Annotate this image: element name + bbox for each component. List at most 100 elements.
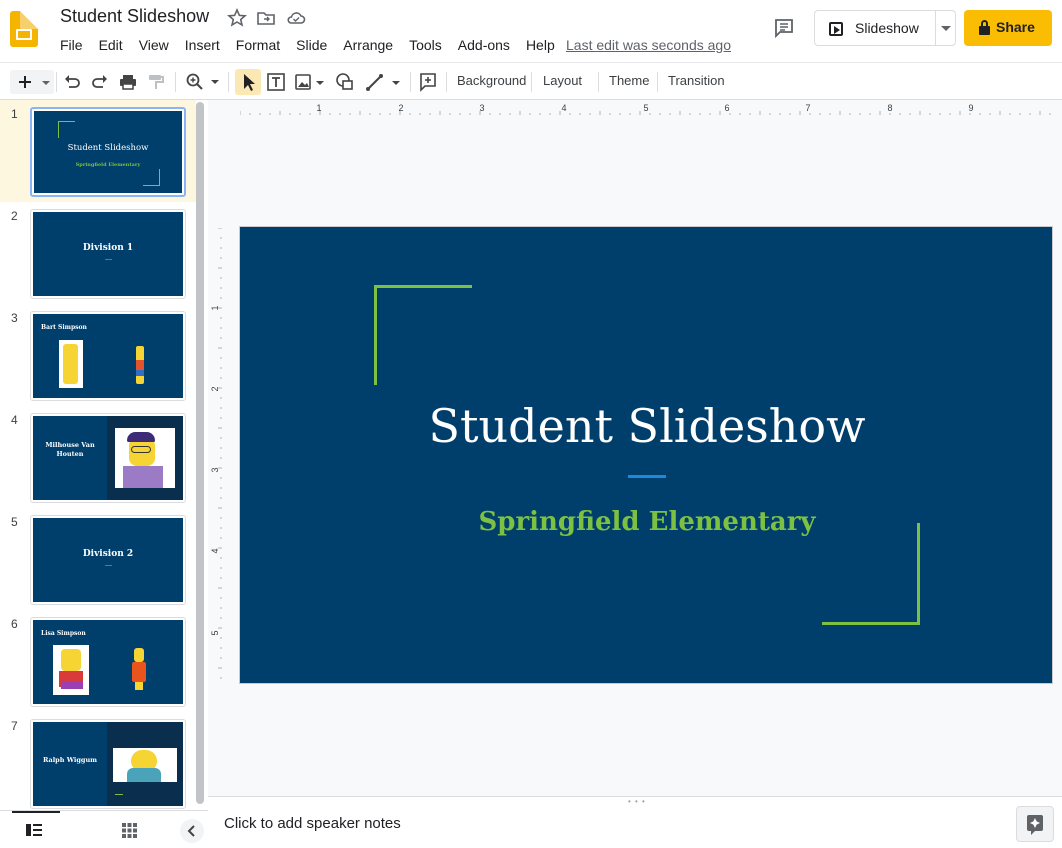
- filmstrip-view-icon[interactable]: [26, 823, 42, 837]
- last-edit-link[interactable]: Last edit was seconds ago: [566, 37, 731, 53]
- slide-thumbnail-1[interactable]: Student Slideshow Springfield Elementary: [30, 107, 186, 197]
- menu-format[interactable]: Format: [228, 35, 288, 55]
- print-icon[interactable]: [118, 70, 138, 94]
- transition-button[interactable]: Transition: [668, 73, 725, 88]
- bracket-decoration: [143, 169, 160, 186]
- chevron-down-icon[interactable]: [941, 26, 951, 31]
- slide-thumbnail-6[interactable]: Lisa Simpson: [30, 617, 186, 707]
- slideshow-separator: [935, 11, 936, 45]
- ruler-label: 2: [398, 103, 403, 113]
- grid-view-icon[interactable]: [122, 823, 137, 838]
- toolbar-divider: [228, 72, 229, 92]
- slide-number: 3: [11, 311, 18, 325]
- active-view-indicator: [12, 811, 60, 813]
- zoom-icon[interactable]: [184, 70, 222, 94]
- menu-edit[interactable]: Edit: [91, 35, 131, 55]
- slides-logo-icon[interactable]: [10, 11, 38, 47]
- menu-tools[interactable]: Tools: [401, 35, 450, 55]
- toolbar: Background Layout Theme Transition: [0, 62, 1062, 148]
- thumb-divider: [105, 259, 112, 260]
- star-icon[interactable]: [227, 8, 247, 28]
- slide-thumbnail-7[interactable]: Ralph Wiggum: [30, 719, 186, 809]
- filmstrip-view-bar: [0, 810, 208, 848]
- menu-help[interactable]: Help: [518, 35, 563, 55]
- ruler-label: 3: [210, 467, 220, 472]
- thumb-title: Lisa Simpson: [41, 630, 86, 637]
- notes-resize-handle[interactable]: • • •: [628, 797, 646, 806]
- thumb-title: Division 2: [82, 549, 134, 559]
- bart-image: [59, 340, 83, 388]
- text-box-icon[interactable]: [266, 70, 286, 94]
- ruler-label: 3: [479, 103, 484, 113]
- slide-thumbnail-2[interactable]: Division 1: [30, 209, 186, 299]
- menu-insert[interactable]: Insert: [177, 35, 228, 55]
- redo-icon[interactable]: [90, 70, 110, 94]
- thumb-divider: [105, 565, 112, 566]
- comment-history-icon[interactable]: [772, 16, 796, 40]
- background-button[interactable]: Background: [457, 73, 526, 88]
- thumb-title: Bart Simpson: [41, 324, 87, 331]
- slide-thumbnail-3[interactable]: Bart Simpson: [30, 311, 186, 401]
- theme-button[interactable]: Theme: [609, 73, 649, 88]
- bracket-decoration-top-left: [374, 285, 472, 385]
- vertical-ruler[interactable]: 1 2 3 4 5: [208, 228, 222, 686]
- slide-thumbnail-4[interactable]: Milhouse Van Houten: [30, 413, 186, 503]
- ralph-image: [113, 748, 177, 782]
- share-button[interactable]: Share: [964, 10, 1052, 46]
- ruler-label: 5: [643, 103, 648, 113]
- lisa-figure-image: [132, 648, 146, 690]
- menu-addons[interactable]: Add-ons: [450, 35, 518, 55]
- slideshow-button[interactable]: Slideshow: [814, 10, 956, 46]
- ruler-label: 1: [316, 103, 321, 113]
- slide-number: 2: [11, 209, 18, 223]
- slide-title[interactable]: Student Slideshow: [240, 399, 1052, 453]
- menu-arrange[interactable]: Arrange: [335, 35, 401, 55]
- thumb-title: Milhouse Van Houten: [45, 441, 95, 458]
- thumb-divider: [115, 794, 123, 795]
- insert-image-icon[interactable]: [294, 70, 328, 94]
- slide-number: 4: [11, 413, 18, 427]
- thumb-subtitle: Springfield Elementary: [75, 162, 141, 168]
- cloud-saved-icon[interactable]: [286, 8, 306, 28]
- menu-view[interactable]: View: [131, 35, 177, 55]
- slide-thumbnail-5[interactable]: Division 2: [30, 515, 186, 605]
- menu-file[interactable]: File: [52, 35, 91, 55]
- explore-button[interactable]: [1016, 806, 1054, 842]
- menu-slide[interactable]: Slide: [288, 35, 335, 55]
- paint-format-icon[interactable]: [146, 70, 166, 94]
- document-title[interactable]: Student Slideshow: [60, 6, 209, 27]
- thumb-title: Division 1: [82, 243, 134, 253]
- app-header: Student Slideshow File Edit View Insert …: [0, 0, 1062, 62]
- speaker-notes-placeholder[interactable]: Click to add speaker notes: [224, 815, 401, 832]
- present-icon: [829, 22, 843, 36]
- filmstrip-scrollbar[interactable]: [196, 102, 204, 804]
- slide-subtitle[interactable]: Springfield Elementary: [240, 507, 1052, 537]
- bracket-decoration-bottom-right: [822, 523, 920, 625]
- thumb-title: Ralph Wiggum: [42, 756, 98, 764]
- menu-bar: File Edit View Insert Format Slide Arran…: [52, 35, 563, 55]
- current-slide[interactable]: Student Slideshow Springfield Elementary: [239, 226, 1053, 684]
- move-to-folder-icon[interactable]: [256, 8, 276, 28]
- shape-icon[interactable]: [334, 70, 356, 94]
- toolbar-divider: [410, 72, 411, 92]
- bracket-decoration: [58, 121, 75, 138]
- ruler-label: 7: [805, 103, 810, 113]
- ruler-label: 1: [210, 305, 220, 310]
- collapse-filmstrip-button[interactable]: [180, 819, 204, 843]
- slide-number: 6: [11, 617, 18, 631]
- toolbar-divider: [56, 72, 57, 92]
- horizontal-ruler[interactable]: 1 2 3 4 5 6 7 8 9: [240, 101, 1054, 115]
- milhouse-image: [115, 428, 175, 488]
- slide-number: 5: [11, 515, 18, 529]
- cursor-icon: [244, 74, 255, 91]
- layout-button[interactable]: Layout: [543, 73, 582, 88]
- select-tool-button[interactable]: [235, 69, 261, 95]
- add-comment-icon[interactable]: [418, 70, 438, 94]
- line-icon[interactable]: [364, 70, 404, 94]
- new-slide-button[interactable]: [10, 70, 54, 94]
- undo-icon[interactable]: [62, 70, 82, 94]
- slideshow-label: Slideshow: [855, 20, 919, 36]
- bart-figure-image: [136, 346, 144, 384]
- ruler-label: 5: [210, 630, 220, 635]
- ruler-label: 9: [968, 103, 973, 113]
